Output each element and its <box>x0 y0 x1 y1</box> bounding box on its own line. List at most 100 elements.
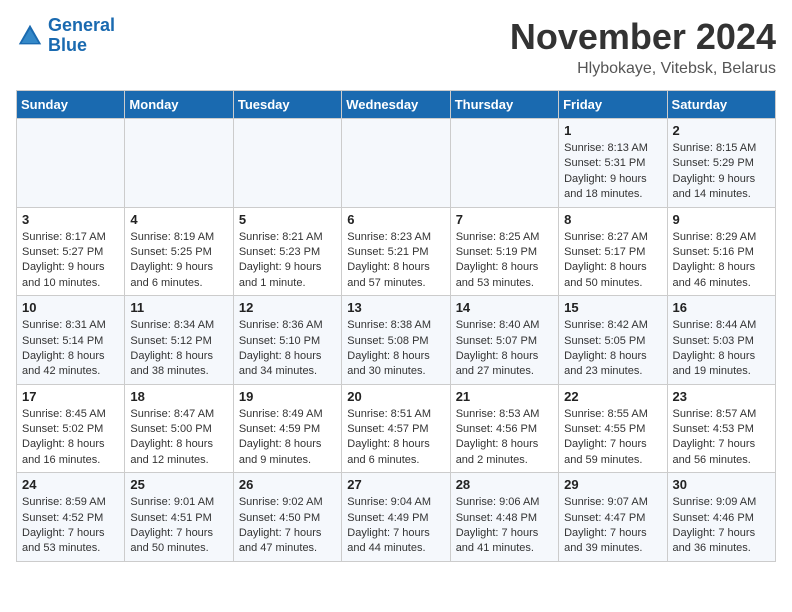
day-number: 3 <box>22 212 119 227</box>
day-info: Sunrise: 8:19 AM Sunset: 5:25 PM Dayligh… <box>130 230 227 292</box>
day-number: 15 <box>564 300 661 315</box>
day-number: 12 <box>239 300 336 315</box>
day-number: 17 <box>22 389 119 404</box>
day-info: Sunrise: 8:53 AM Sunset: 4:56 PM Dayligh… <box>456 407 553 469</box>
calendar-table: SundayMondayTuesdayWednesdayThursdayFrid… <box>16 90 776 562</box>
day-info: Sunrise: 8:17 AM Sunset: 5:27 PM Dayligh… <box>22 230 119 292</box>
calendar-cell: 1 Sunrise: 8:13 AM Sunset: 5:31 PM Daylig… <box>559 119 667 208</box>
month-title: November 2024 <box>510 16 776 58</box>
day-number: 22 <box>564 389 661 404</box>
calendar-cell <box>233 119 341 208</box>
day-info: Sunrise: 8:55 AM Sunset: 4:55 PM Dayligh… <box>564 407 661 469</box>
day-info: Sunrise: 8:21 AM Sunset: 5:23 PM Dayligh… <box>239 230 336 292</box>
day-info: Sunrise: 8:23 AM Sunset: 5:21 PM Dayligh… <box>347 230 444 292</box>
calendar-cell <box>125 119 233 208</box>
day-info: Sunrise: 8:15 AM Sunset: 5:29 PM Dayligh… <box>673 141 770 203</box>
day-info: Sunrise: 9:06 AM Sunset: 4:48 PM Dayligh… <box>456 495 553 557</box>
day-number: 25 <box>130 477 227 492</box>
calendar-cell: 2 Sunrise: 8:15 AM Sunset: 5:29 PM Daylig… <box>667 119 775 208</box>
weekday-header-thursday: Thursday <box>450 91 558 119</box>
calendar-cell: 10 Sunrise: 8:31 AM Sunset: 5:14 PM Dayli… <box>17 296 125 385</box>
day-info: Sunrise: 9:09 AM Sunset: 4:46 PM Dayligh… <box>673 495 770 557</box>
logo-line2: Blue <box>48 35 87 55</box>
day-number: 19 <box>239 389 336 404</box>
day-number: 16 <box>673 300 770 315</box>
day-info: Sunrise: 9:07 AM Sunset: 4:47 PM Dayligh… <box>564 495 661 557</box>
calendar-cell: 17 Sunrise: 8:45 AM Sunset: 5:02 PM Dayli… <box>17 384 125 473</box>
calendar-cell: 9Sunrise: 8:29 AM Sunset: 5:16 PM Daylig… <box>667 207 775 296</box>
day-number: 2 <box>673 123 770 138</box>
logo-icon <box>16 22 44 50</box>
calendar-cell: 4Sunrise: 8:19 AM Sunset: 5:25 PM Daylig… <box>125 207 233 296</box>
day-info: Sunrise: 8:31 AM Sunset: 5:14 PM Dayligh… <box>22 318 119 380</box>
day-number: 7 <box>456 212 553 227</box>
week-row-1: 3 Sunrise: 8:17 AM Sunset: 5:27 PM Daylig… <box>17 207 776 296</box>
calendar-cell: 30 Sunrise: 9:09 AM Sunset: 4:46 PM Dayli… <box>667 473 775 562</box>
week-row-2: 10 Sunrise: 8:31 AM Sunset: 5:14 PM Dayli… <box>17 296 776 385</box>
calendar-cell: 11 Sunrise: 8:34 AM Sunset: 5:12 PM Dayli… <box>125 296 233 385</box>
calendar-cell: 28 Sunrise: 9:06 AM Sunset: 4:48 PM Dayli… <box>450 473 558 562</box>
calendar-cell: 7Sunrise: 8:25 AM Sunset: 5:19 PM Daylig… <box>450 207 558 296</box>
week-row-3: 17 Sunrise: 8:45 AM Sunset: 5:02 PM Dayli… <box>17 384 776 473</box>
calendar-cell: 13Sunrise: 8:38 AM Sunset: 5:08 PM Dayli… <box>342 296 450 385</box>
calendar-cell: 6 Sunrise: 8:23 AM Sunset: 5:21 PM Daylig… <box>342 207 450 296</box>
calendar-cell: 29 Sunrise: 9:07 AM Sunset: 4:47 PM Dayli… <box>559 473 667 562</box>
day-info: Sunrise: 8:36 AM Sunset: 5:10 PM Dayligh… <box>239 318 336 380</box>
day-number: 1 <box>564 123 661 138</box>
day-info: Sunrise: 8:38 AM Sunset: 5:08 PM Dayligh… <box>347 318 444 380</box>
header-area: General Blue November 2024 Hlybokaye, Vi… <box>16 16 776 78</box>
calendar-cell: 14Sunrise: 8:40 AM Sunset: 5:07 PM Dayli… <box>450 296 558 385</box>
week-row-0: 1 Sunrise: 8:13 AM Sunset: 5:31 PM Daylig… <box>17 119 776 208</box>
weekday-header-wednesday: Wednesday <box>342 91 450 119</box>
logo-text: General Blue <box>48 16 115 56</box>
day-info: Sunrise: 8:40 AM Sunset: 5:07 PM Dayligh… <box>456 318 553 380</box>
day-number: 23 <box>673 389 770 404</box>
day-info: Sunrise: 8:59 AM Sunset: 4:52 PM Dayligh… <box>22 495 119 557</box>
day-info: Sunrise: 8:27 AM Sunset: 5:17 PM Dayligh… <box>564 230 661 292</box>
calendar-cell: 25Sunrise: 9:01 AM Sunset: 4:51 PM Dayli… <box>125 473 233 562</box>
day-info: Sunrise: 8:57 AM Sunset: 4:53 PM Dayligh… <box>673 407 770 469</box>
day-number: 27 <box>347 477 444 492</box>
weekday-header-friday: Friday <box>559 91 667 119</box>
day-number: 30 <box>673 477 770 492</box>
weekday-header-saturday: Saturday <box>667 91 775 119</box>
calendar-cell: 26Sunrise: 9:02 AM Sunset: 4:50 PM Dayli… <box>233 473 341 562</box>
calendar-cell: 22 Sunrise: 8:55 AM Sunset: 4:55 PM Dayli… <box>559 384 667 473</box>
weekday-header-tuesday: Tuesday <box>233 91 341 119</box>
calendar-cell: 12 Sunrise: 8:36 AM Sunset: 5:10 PM Dayli… <box>233 296 341 385</box>
calendar-cell <box>450 119 558 208</box>
calendar-cell: 20 Sunrise: 8:51 AM Sunset: 4:57 PM Dayli… <box>342 384 450 473</box>
day-number: 6 <box>347 212 444 227</box>
day-number: 29 <box>564 477 661 492</box>
calendar-cell: 5 Sunrise: 8:21 AM Sunset: 5:23 PM Daylig… <box>233 207 341 296</box>
day-number: 5 <box>239 212 336 227</box>
day-number: 11 <box>130 300 227 315</box>
weekday-header-sunday: Sunday <box>17 91 125 119</box>
title-area: November 2024 Hlybokaye, Vitebsk, Belaru… <box>510 16 776 78</box>
day-info: Sunrise: 8:45 AM Sunset: 5:02 PM Dayligh… <box>22 407 119 469</box>
calendar-cell: 15 Sunrise: 8:42 AM Sunset: 5:05 PM Dayli… <box>559 296 667 385</box>
day-number: 8 <box>564 212 661 227</box>
calendar-cell: 27 Sunrise: 9:04 AM Sunset: 4:49 PM Dayli… <box>342 473 450 562</box>
day-number: 28 <box>456 477 553 492</box>
day-number: 18 <box>130 389 227 404</box>
weekday-header-row: SundayMondayTuesdayWednesdayThursdayFrid… <box>17 91 776 119</box>
day-info: Sunrise: 9:04 AM Sunset: 4:49 PM Dayligh… <box>347 495 444 557</box>
logo-line1: General <box>48 15 115 35</box>
calendar-cell: 8 Sunrise: 8:27 AM Sunset: 5:17 PM Daylig… <box>559 207 667 296</box>
day-number: 9 <box>673 212 770 227</box>
day-info: Sunrise: 9:02 AM Sunset: 4:50 PM Dayligh… <box>239 495 336 557</box>
weekday-header-monday: Monday <box>125 91 233 119</box>
calendar-cell: 21 Sunrise: 8:53 AM Sunset: 4:56 PM Dayli… <box>450 384 558 473</box>
day-info: Sunrise: 8:34 AM Sunset: 5:12 PM Dayligh… <box>130 318 227 380</box>
day-info: Sunrise: 8:51 AM Sunset: 4:57 PM Dayligh… <box>347 407 444 469</box>
day-number: 20 <box>347 389 444 404</box>
calendar-cell: 24Sunrise: 8:59 AM Sunset: 4:52 PM Dayli… <box>17 473 125 562</box>
day-number: 10 <box>22 300 119 315</box>
day-info: Sunrise: 8:49 AM Sunset: 4:59 PM Dayligh… <box>239 407 336 469</box>
calendar-cell: 16Sunrise: 8:44 AM Sunset: 5:03 PM Dayli… <box>667 296 775 385</box>
calendar-cell: 3 Sunrise: 8:17 AM Sunset: 5:27 PM Daylig… <box>17 207 125 296</box>
day-info: Sunrise: 8:42 AM Sunset: 5:05 PM Dayligh… <box>564 318 661 380</box>
day-info: Sunrise: 8:13 AM Sunset: 5:31 PM Dayligh… <box>564 141 661 203</box>
day-number: 21 <box>456 389 553 404</box>
